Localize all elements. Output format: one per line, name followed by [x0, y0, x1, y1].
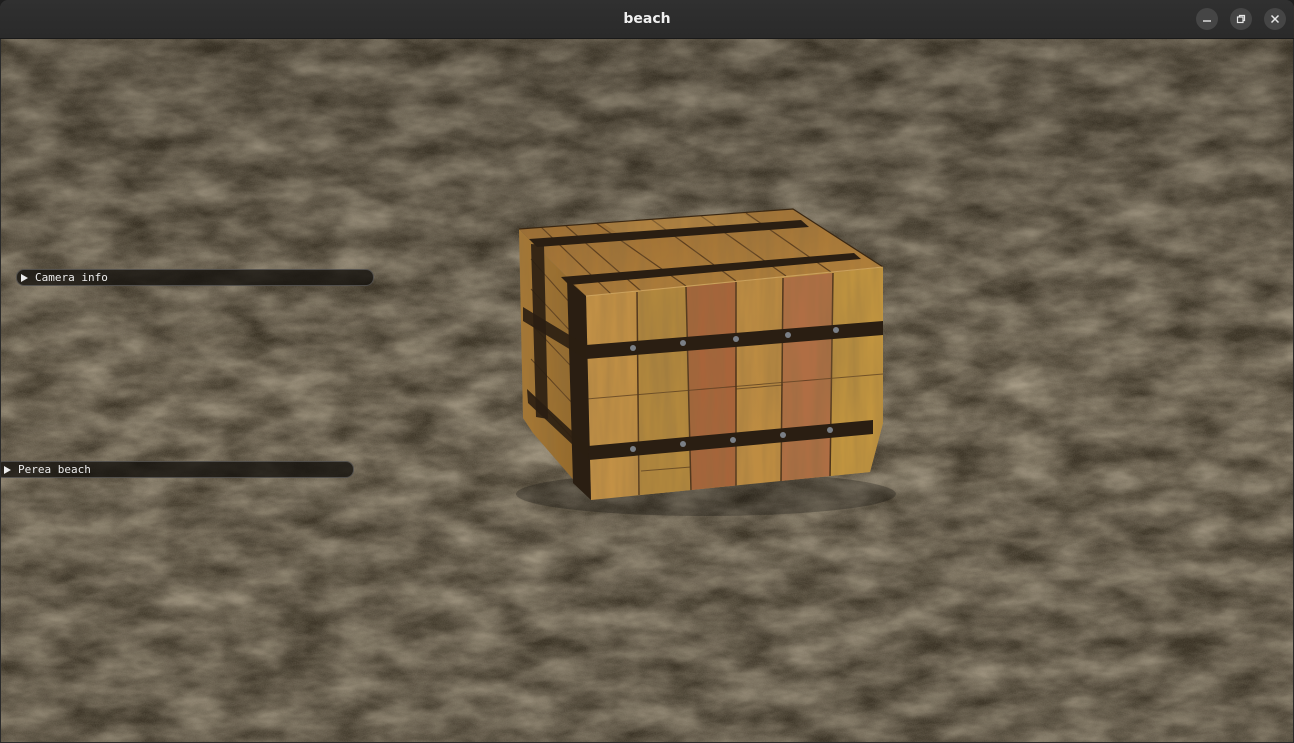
perea-beach-label: Perea beach: [18, 463, 91, 476]
close-button[interactable]: [1264, 8, 1286, 30]
minimize-icon: [1203, 20, 1211, 22]
collapse-arrow-icon: [21, 273, 28, 282]
scene-canvas[interactable]: [1, 39, 1293, 742]
camera-info-header[interactable]: Camera info: [16, 269, 374, 286]
crate-front-planks: [586, 267, 883, 500]
minimize-button[interactable]: [1196, 8, 1218, 30]
restore-icon: [1236, 14, 1246, 24]
camera-info-label: Camera info: [35, 271, 108, 284]
wooden-crate[interactable]: [501, 199, 901, 509]
title-bar[interactable]: beach: [0, 0, 1294, 39]
close-icon: [1270, 14, 1280, 24]
collapse-arrow-icon: [4, 465, 11, 474]
window-controls: [1196, 8, 1286, 30]
restore-button[interactable]: [1230, 8, 1252, 30]
render-viewport[interactable]: Camera info Perea beach: [1, 39, 1293, 742]
app-window: beach Camera info Perea beach: [0, 0, 1294, 743]
perea-beach-header[interactable]: Perea beach: [1, 461, 354, 478]
window-title: beach: [623, 11, 671, 27]
